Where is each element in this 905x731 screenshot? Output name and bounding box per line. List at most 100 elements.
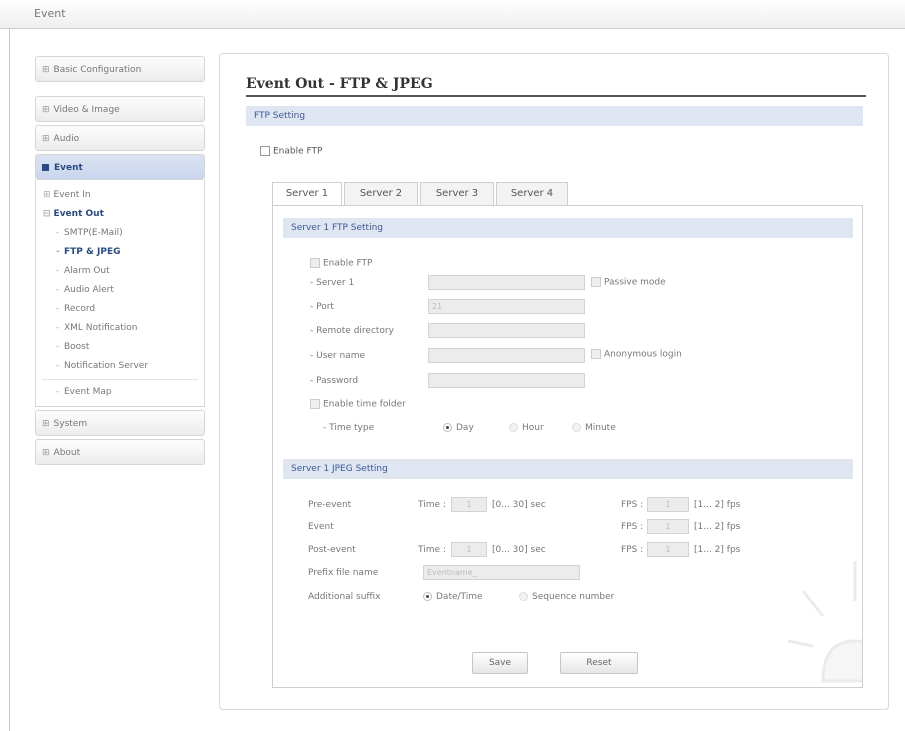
sidebar-item-audio-alert[interactable]: Audio Alert [36, 281, 204, 300]
suffix-date-time[interactable]: Date/Time [423, 592, 483, 602]
sidebar-item-boost[interactable]: Boost [36, 338, 204, 357]
time-type-minute-label: Minute [585, 423, 616, 433]
sidebar-item-event-in[interactable]: ⊞ Event In [36, 186, 204, 205]
expand-icon: ⊞ [42, 419, 50, 429]
server-label: - Server 1 [310, 278, 355, 288]
suffix-sequence-number-label: Sequence number [532, 592, 615, 602]
enable-ftp-label: Enable FTP [273, 146, 323, 157]
prefix-file-name-label: Prefix file name [308, 568, 379, 578]
title-divider [246, 95, 866, 97]
enable-ftp-row: Enable FTP [260, 146, 322, 157]
expand-icon: ⊞ [43, 190, 51, 200]
suffix-sequence-number[interactable]: Sequence number [519, 592, 614, 602]
tab-server-4[interactable]: Server 4 [496, 182, 568, 206]
main-panel: Event Out - FTP & JPEG FTP Setting Enabl… [219, 53, 889, 710]
sidebar-item-label: Event Out [53, 209, 104, 219]
menu-about[interactable]: ⊞ About [35, 439, 205, 465]
pre-event-fps-range: [1... 2] fps [694, 500, 741, 510]
password-label: - Password [310, 376, 359, 386]
post-event-fps-label: FPS : [621, 545, 644, 555]
server-enable-ftp-checkbox[interactable] [310, 258, 320, 268]
sidebar-item-xml-notification[interactable]: XML Notification [36, 319, 204, 338]
time-type-minute[interactable]: Minute [572, 423, 616, 433]
radio-hour[interactable] [509, 423, 518, 432]
server-1-panel: Server 1 FTP Setting Enable FTP - Server… [272, 205, 863, 688]
save-button[interactable]: Save [472, 652, 528, 674]
event-fps-label: FPS : [621, 522, 644, 532]
post-event-fps-range: [1... 2] fps [694, 545, 741, 555]
siren-watermark-icon [787, 561, 862, 683]
sidebar-item-record[interactable]: Record [36, 300, 204, 319]
sidebar-item-ftp-jpeg[interactable]: FTP & JPEG [36, 243, 204, 262]
port-input[interactable]: 21 [428, 299, 585, 314]
user-name-input[interactable] [428, 348, 585, 363]
additional-suffix-label: Additional suffix [308, 592, 381, 602]
password-input[interactable] [428, 373, 585, 388]
time-type-day-label: Day [456, 423, 474, 433]
menu-event[interactable]: Event [35, 154, 205, 180]
sidebar-item-event-out[interactable]: ⊟ Event Out [36, 205, 204, 224]
enable-ftp-checkbox[interactable] [260, 146, 270, 156]
expand-icon: ⊞ [42, 105, 50, 115]
suffix-date-time-label: Date/Time [436, 592, 483, 602]
menu-label: About [53, 448, 81, 458]
frame-divider [9, 29, 10, 731]
radio-sequence-number[interactable] [519, 592, 528, 601]
menu-label: Event [54, 163, 83, 173]
sidebar-item-notification-server[interactable]: Notification Server [36, 357, 204, 376]
pre-event-label: Pre-event [308, 500, 352, 510]
server-address-input[interactable] [428, 275, 585, 290]
time-type-hour[interactable]: Hour [509, 423, 544, 433]
post-event-time-range: [0... 30] sec [492, 545, 546, 555]
pre-event-time-input[interactable]: 1 [451, 497, 487, 512]
post-event-time-input[interactable]: 1 [451, 542, 487, 557]
radio-minute[interactable] [572, 423, 581, 432]
enable-time-folder-label: Enable time folder [323, 399, 406, 410]
menu-video-image[interactable]: ⊞ Video & Image [35, 96, 205, 122]
radio-date-time[interactable] [423, 592, 432, 601]
server-enable-ftp-label: Enable FTP [323, 258, 373, 269]
sidebar-item-event-map[interactable]: Event Map [36, 383, 204, 402]
window-title: Event [34, 7, 66, 20]
enable-time-folder-checkbox[interactable] [310, 399, 320, 409]
user-name-label: - User name [310, 351, 366, 361]
passive-mode-row: Passive mode [591, 277, 666, 288]
sidebar: ⊞ Basic Configuration ⊞ Video & Image ⊞ Aud… [35, 56, 205, 465]
menu-system[interactable]: ⊞ System [35, 410, 205, 436]
sidebar-item-smtp[interactable]: SMTP(E-Mail) [36, 224, 204, 243]
server-ftp-header: Server 1 FTP Setting [283, 218, 853, 238]
expand-icon: ⊞ [42, 134, 50, 144]
post-event-time-label: Time : [418, 545, 446, 555]
reset-button[interactable]: Reset [560, 652, 638, 674]
collapse-icon [42, 164, 49, 171]
menu-audio[interactable]: ⊞ Audio [35, 125, 205, 151]
event-label: Event [308, 522, 334, 532]
passive-mode-checkbox[interactable] [591, 277, 601, 287]
server-enable-ftp-row: Enable FTP [310, 258, 372, 269]
tab-server-1[interactable]: Server 1 [272, 182, 342, 207]
tab-server-2[interactable]: Server 2 [344, 182, 418, 206]
post-event-fps-input[interactable]: 1 [647, 542, 689, 557]
sidebar-item-alarm-out[interactable]: Alarm Out [36, 262, 204, 281]
time-type-day[interactable]: Day [443, 423, 474, 433]
passive-mode-label: Passive mode [604, 277, 666, 288]
menu-label: Basic Configuration [53, 65, 142, 75]
expand-icon: ⊞ [42, 65, 50, 75]
divider [42, 379, 198, 380]
pre-event-time-range: [0... 30] sec [492, 500, 546, 510]
pre-event-fps-input[interactable]: 1 [647, 497, 689, 512]
event-fps-input[interactable]: 1 [647, 519, 689, 534]
menu-label: System [53, 419, 88, 429]
menu-label: Audio [53, 134, 80, 144]
top-bar: Event [0, 0, 905, 29]
collapse-icon: ⊟ [43, 209, 51, 219]
pre-event-time-label: Time : [418, 500, 446, 510]
tab-server-3[interactable]: Server 3 [420, 182, 494, 206]
port-label: - Port [310, 302, 334, 312]
prefix-file-name-input[interactable]: Eventname_ [423, 565, 580, 580]
radio-day[interactable] [443, 423, 452, 432]
remote-directory-input[interactable] [428, 323, 585, 338]
menu-basic-configuration[interactable]: ⊞ Basic Configuration [35, 56, 205, 82]
anonymous-login-checkbox[interactable] [591, 349, 601, 359]
expand-icon: ⊞ [42, 448, 50, 458]
